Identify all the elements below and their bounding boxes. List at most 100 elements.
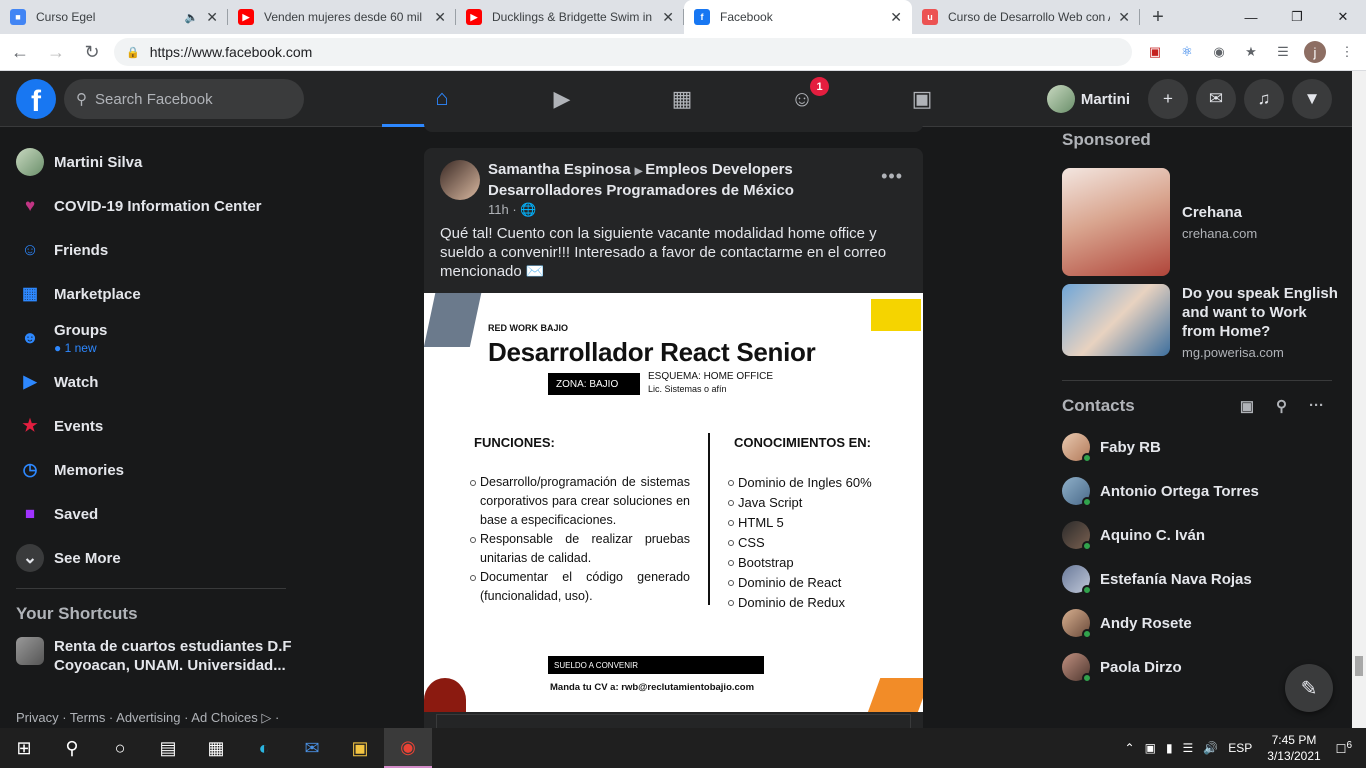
- post-time[interactable]: 11h: [488, 202, 509, 217]
- conocimientos-list: Dominio de Ingles 60% Java Script HTML 5 CS…: [728, 473, 872, 613]
- post-author[interactable]: Samantha Espinosa: [488, 161, 631, 178]
- taskbar-search-icon[interactable]: ⚲: [48, 728, 96, 768]
- sidebar-item-marketplace[interactable]: ▦ Marketplace: [8, 272, 298, 316]
- cortana-icon[interactable]: ○: [96, 728, 144, 768]
- contact-item[interactable]: Aquino C. Iván: [1054, 513, 1344, 557]
- task-view-icon[interactable]: ▤: [144, 728, 192, 768]
- close-tab-icon[interactable]: ✕: [206, 9, 218, 26]
- browser-tab[interactable]: ▶ Ducklings & Bridgette Swim in ✕: [456, 0, 684, 34]
- browser-tab-bar: ■ Curso Egel 🔈 ✕ ▶ Venden mujeres desde 60 mi…: [0, 0, 1366, 34]
- sidebar-item-see-more[interactable]: ⌄ See More: [8, 536, 298, 580]
- tab-title: Venden mujeres desde 60 mil p: [264, 10, 427, 24]
- battery-icon[interactable]: ▮: [1166, 741, 1173, 755]
- clock-date: 3/13/2021: [1267, 749, 1321, 763]
- sidebar-item-saved[interactable]: ■ Saved: [8, 492, 298, 536]
- language-indicator[interactable]: ESP: [1228, 741, 1252, 755]
- back-icon[interactable]: ←: [4, 36, 36, 68]
- contact-item[interactable]: Antonio Ortega Torres: [1054, 469, 1344, 513]
- sidebar-item-covid-19-information-center[interactable]: ♥ COVID-19 Information Center: [8, 184, 298, 228]
- tab-audio-icon[interactable]: 🔈: [185, 11, 199, 24]
- notifications-icon[interactable]: ☐6: [1336, 740, 1352, 756]
- close-tab-icon[interactable]: ✕: [890, 9, 902, 26]
- clock[interactable]: 7:45 PM 3/13/2021: [1267, 732, 1320, 764]
- contact-item[interactable]: Faby RB: [1054, 425, 1344, 469]
- sidebar-item-watch[interactable]: ▶ Watch: [8, 360, 298, 404]
- tab-title: Facebook: [720, 10, 773, 24]
- groups-icon: ☻: [21, 328, 39, 347]
- right-sidebar: Sponsored Crehana crehana.com Do you spe…: [1054, 130, 1344, 685]
- conocimientos-title: CONOCIMIENTOS EN:: [734, 435, 871, 450]
- store-icon[interactable]: ▦: [192, 728, 240, 768]
- url-bar[interactable]: 🔒 https://www.facebook.com: [114, 38, 1132, 66]
- youtube-icon: ▶: [238, 9, 254, 25]
- new-room-icon[interactable]: ▣: [1240, 397, 1254, 415]
- account-dropdown-icon[interactable]: ▼: [1292, 79, 1332, 119]
- scrollbar-thumb[interactable]: [1355, 656, 1363, 676]
- tray-chevron-icon[interactable]: ⌃: [1125, 741, 1135, 755]
- profile-shortcut[interactable]: Martini: [1046, 85, 1130, 113]
- new-tab-button[interactable]: +: [1140, 0, 1176, 34]
- mail-icon[interactable]: ✉: [288, 728, 336, 768]
- close-tab-icon[interactable]: ✕: [1118, 9, 1130, 26]
- sidebar-item-memories[interactable]: ◷ Memories: [8, 448, 298, 492]
- create-plus-icon[interactable]: +: [1148, 79, 1188, 119]
- sidebar-item-martini-silva[interactable]: Martini Silva: [8, 140, 298, 184]
- divider: [16, 588, 286, 589]
- search-placeholder: Search Facebook: [95, 90, 213, 108]
- media-control-icon[interactable]: ☰: [1272, 41, 1294, 63]
- page-scrollbar[interactable]: [1352, 71, 1366, 728]
- footer-links[interactable]: Privacy · Terms · Advertising · Ad Choic…: [16, 710, 279, 726]
- volume-icon[interactable]: 🔊: [1203, 741, 1218, 755]
- author-avatar[interactable]: [440, 160, 480, 200]
- post-image[interactable]: RED WORK BAJIO Desarrollador React Senio…: [424, 293, 923, 712]
- sidebar-item-label: Saved: [54, 505, 99, 523]
- decor-shape: [424, 293, 483, 347]
- new-message-icon[interactable]: ✎: [1285, 664, 1333, 712]
- image-title: Desarrollador React Senior: [488, 337, 816, 367]
- browser-tab[interactable]: ■ Curso Egel 🔈 ✕: [0, 0, 228, 34]
- contact-item[interactable]: Andy Rosete: [1054, 601, 1344, 645]
- extension-gray-icon[interactable]: ◉: [1208, 41, 1230, 63]
- facebook-logo[interactable]: f: [16, 79, 56, 119]
- reload-icon[interactable]: ↻: [76, 36, 108, 68]
- forward-icon[interactable]: →: [40, 36, 72, 68]
- sidebar-item-subtext: ● 1 new: [54, 340, 97, 355]
- notifications-bell-icon[interactable]: ♫: [1244, 79, 1284, 119]
- previous-post-bottom: [424, 118, 923, 132]
- contacts-more-icon[interactable]: ···: [1309, 397, 1324, 415]
- contact-avatar: [1062, 477, 1092, 507]
- contacts-search-icon[interactable]: ⚲: [1276, 397, 1287, 415]
- browser-menu-icon[interactable]: ⋮: [1336, 41, 1358, 63]
- browser-tab[interactable]: ▶ Venden mujeres desde 60 mil p ✕: [228, 0, 456, 34]
- wifi-icon[interactable]: ☰: [1183, 741, 1194, 755]
- post-more-options-icon[interactable]: •••: [881, 166, 903, 187]
- file-explorer-icon[interactable]: ▣: [336, 728, 384, 768]
- browser-tab[interactable]: u Curso de Desarrollo Web con A ✕: [912, 0, 1140, 34]
- windows-start-icon[interactable]: ⊞: [0, 728, 48, 768]
- shortcut-item[interactable]: Renta de cuartos estudiantes D.F Coyoaca…: [8, 637, 298, 675]
- tray-device-icon[interactable]: ▣: [1145, 741, 1156, 755]
- contact-item[interactable]: Estefanía Nava Rojas: [1054, 557, 1344, 601]
- close-window-icon[interactable]: ✕: [1320, 0, 1366, 34]
- edge-icon[interactable]: ◐: [240, 728, 288, 768]
- close-tab-icon[interactable]: ✕: [662, 9, 674, 26]
- extension-shield-icon[interactable]: ▣: [1144, 41, 1166, 63]
- online-status-dot: [1082, 541, 1092, 551]
- extension-react-icon[interactable]: ⚛: [1176, 41, 1198, 63]
- profile-avatar[interactable]: j: [1304, 41, 1326, 63]
- close-tab-icon[interactable]: ✕: [434, 9, 446, 26]
- messenger-icon[interactable]: ✉: [1196, 79, 1236, 119]
- youtube-icon: ▶: [466, 9, 482, 25]
- search-input[interactable]: ⚲ Search Facebook: [64, 79, 304, 119]
- sponsored-ad[interactable]: Do you speak English and want to Work fr…: [1054, 284, 1344, 366]
- minimize-icon[interactable]: —: [1228, 0, 1274, 34]
- sponsored-ad[interactable]: Crehana crehana.com: [1054, 160, 1344, 284]
- browser-tab[interactable]: f Facebook ✕: [684, 0, 912, 34]
- extensions-puzzle-icon[interactable]: ★: [1240, 41, 1262, 63]
- contacts-tools: ▣ ⚲ ···: [1240, 397, 1324, 415]
- sidebar-item-events[interactable]: ★ Events: [8, 404, 298, 448]
- sidebar-item-groups[interactable]: ☻ Groups ● 1 new: [8, 316, 298, 360]
- restore-icon[interactable]: ❐: [1274, 0, 1320, 34]
- chrome-icon[interactable]: ◉: [384, 728, 432, 768]
- sidebar-item-friends[interactable]: ☺ Friends: [8, 228, 298, 272]
